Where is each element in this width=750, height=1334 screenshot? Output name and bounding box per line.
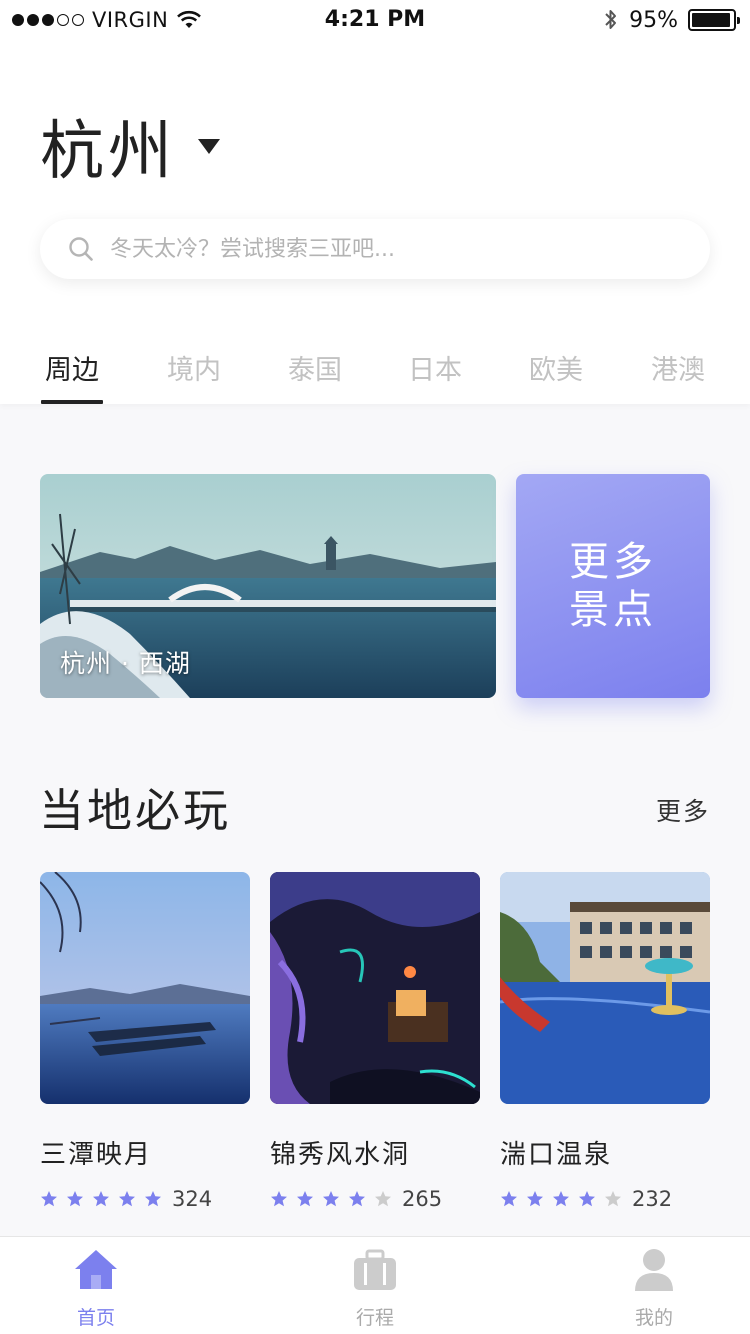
attraction-rating: 232 xyxy=(500,1187,710,1211)
cave-image xyxy=(270,872,480,1104)
home-icon xyxy=(75,1250,117,1289)
star-filled-icon xyxy=(323,1191,339,1207)
active-tab-indicator xyxy=(41,400,103,404)
banner-caption: 杭州 · 西湖 xyxy=(60,649,191,678)
tab-domestic[interactable]: 境内 xyxy=(134,348,254,387)
tab-thailand[interactable]: 泰国 xyxy=(255,348,375,387)
star-filled-icon xyxy=(579,1191,595,1207)
search-bar[interactable] xyxy=(40,219,710,279)
city-name: 杭州 xyxy=(40,115,176,189)
attraction-image xyxy=(270,872,480,1104)
star-filled-icon xyxy=(67,1191,83,1207)
tabbar-home-label: 首页 xyxy=(76,1307,115,1329)
tabbar-profile-label: 我的 xyxy=(634,1307,673,1329)
rating-stars xyxy=(270,1190,400,1208)
star-filled-icon xyxy=(297,1191,313,1207)
featured-banner[interactable]: 杭州 · 西湖 xyxy=(40,474,496,698)
attraction-name: 湍口温泉 xyxy=(500,1140,613,1170)
status-right: 95% xyxy=(603,7,740,33)
star-empty-icon xyxy=(605,1191,621,1207)
review-count: 265 xyxy=(402,1187,443,1211)
attraction-name: 锦秀风水洞 xyxy=(270,1140,411,1170)
search-input[interactable] xyxy=(110,229,670,269)
battery-level xyxy=(692,13,730,27)
tabbar-trips-label: 行程 xyxy=(355,1307,394,1329)
section-more-link[interactable]: 更多 xyxy=(656,792,710,828)
tab-europe-america[interactable]: 欧美 xyxy=(496,348,616,387)
luggage-icon xyxy=(354,1249,396,1290)
star-filled-icon xyxy=(527,1191,543,1207)
tabbar-home[interactable]: 首页 xyxy=(36,1247,156,1330)
hot-spring-image xyxy=(500,872,710,1104)
attraction-name: 三潭映月 xyxy=(40,1140,153,1170)
more-spots-label: 更多景点 xyxy=(569,539,657,633)
rating-stars xyxy=(500,1190,630,1208)
star-filled-icon xyxy=(41,1191,57,1207)
signal-strength-icon xyxy=(12,14,84,26)
tabbar-profile[interactable]: 我的 xyxy=(594,1247,714,1330)
tab-japan[interactable]: 日本 xyxy=(375,348,495,387)
star-filled-icon xyxy=(145,1191,161,1207)
tab-hongkong-macau[interactable]: 港澳 xyxy=(618,348,738,387)
three-pools-image xyxy=(40,872,250,1104)
attraction-card[interactable]: 三潭映月 324 xyxy=(40,872,250,1211)
attraction-card[interactable]: 湍口温泉 232 xyxy=(500,872,710,1211)
star-filled-icon xyxy=(119,1191,135,1207)
tabbar-trips[interactable]: 行程 xyxy=(315,1247,435,1330)
bottom-tab-bar: 首页 行程 我的 xyxy=(0,1236,750,1334)
review-count: 232 xyxy=(632,1187,673,1211)
star-filled-icon xyxy=(501,1191,517,1207)
battery-percent: 95% xyxy=(629,7,678,33)
more-spots-button[interactable]: 更多景点 xyxy=(516,474,710,698)
attraction-rating: 265 xyxy=(270,1187,480,1211)
region-tabs: 周边 境内 泰国 日本 欧美 港澳 xyxy=(0,348,750,404)
section-title: 当地必玩 xyxy=(39,784,232,837)
attraction-card[interactable]: 锦秀风水洞 265 xyxy=(270,872,480,1211)
battery-icon xyxy=(688,9,740,31)
star-filled-icon xyxy=(553,1191,569,1207)
user-icon xyxy=(635,1249,673,1291)
attraction-image xyxy=(40,872,250,1104)
attraction-image xyxy=(500,872,710,1104)
review-count: 324 xyxy=(172,1187,213,1211)
city-selector[interactable]: 杭州 xyxy=(40,100,220,192)
bluetooth-icon xyxy=(605,10,617,29)
status-left: VIRGIN xyxy=(12,8,202,32)
star-filled-icon xyxy=(271,1191,287,1207)
caret-down-icon xyxy=(198,138,220,154)
rating-stars xyxy=(40,1190,170,1208)
carrier-name: VIRGIN xyxy=(92,8,169,32)
header-area xyxy=(0,0,750,404)
tab-nearby[interactable]: 周边 xyxy=(12,348,132,387)
star-filled-icon xyxy=(93,1191,109,1207)
status-bar: VIRGIN 4:21 PM 95% xyxy=(0,0,750,40)
search-icon xyxy=(69,237,93,261)
star-empty-icon xyxy=(375,1191,391,1207)
star-filled-icon xyxy=(349,1191,365,1207)
attraction-rating: 324 xyxy=(40,1187,250,1211)
wifi-icon xyxy=(177,10,202,28)
